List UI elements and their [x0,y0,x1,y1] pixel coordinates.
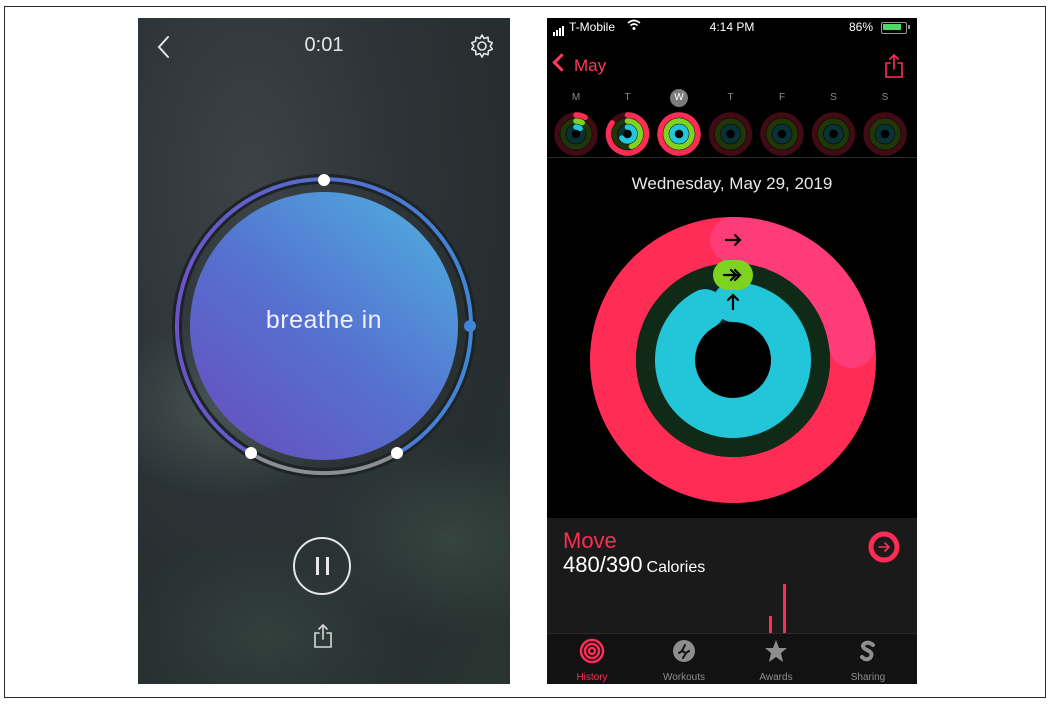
star-award-icon [765,640,787,662]
mini-exercise-ring [573,118,586,126]
activity-rings [590,217,876,503]
battery-percent: 86% [848,20,873,34]
tab-label: Awards [759,672,793,683]
day-ring-2[interactable] [657,112,701,156]
tab-awards[interactable]: Awards [741,638,811,683]
weekday-2[interactable]: W [668,92,690,103]
weekday-3[interactable]: T [720,92,742,103]
weekday-0[interactable]: M [565,92,587,103]
stand-ring [655,282,811,438]
mini-stand-ring [573,124,583,132]
back-button[interactable]: May [552,53,607,76]
chevron-left-icon [552,53,571,72]
move-ring-icon [868,531,900,563]
sharing-s-icon [860,640,875,662]
move-title: Move [563,528,617,553]
tab-sharing[interactable]: Sharing [833,638,903,683]
status-bar: T-Mobile 4:14 PM 86% [547,18,917,36]
breathe-prompt: breathe in [265,306,383,334]
session-timer: 0:01 [304,34,344,56]
weekday-6[interactable]: S [874,92,896,103]
day-ring-1[interactable] [605,112,650,156]
move-value: 480/390 Calories [563,552,706,577]
weekday-labels: MTWTFSS [557,89,907,108]
activity-screen: T-Mobile 4:14 PM 86% May M T W T F S S Wednesd… [547,18,917,684]
day-ring-4[interactable] [760,112,804,156]
tab-workouts[interactable]: Workouts [649,638,719,683]
runner-icon [673,640,695,662]
day-ring-6[interactable] [863,112,907,156]
weekday-4[interactable]: F [771,92,793,103]
pause-button[interactable] [293,537,351,595]
weekday-5[interactable]: S [823,92,845,103]
mini-stand-ring [669,124,689,144]
weekday-1[interactable]: T [617,92,639,103]
tab-label: History [576,672,608,683]
battery-icon [881,22,910,34]
ring-marker-top [318,174,330,186]
tab-history[interactable]: History [557,638,627,683]
tab-bar: History Workouts Awards Sharing [547,633,917,684]
breathe-screen: 0:01 breathe in [138,18,510,684]
date-title: Wednesday, May 29, 2019 [631,174,833,193]
day-ring-0[interactable] [554,112,598,156]
mini-move-ring [573,112,588,121]
day-ring-5[interactable] [811,112,856,156]
history-rings-icon [579,638,605,664]
back-label: May [574,56,607,75]
share-icon[interactable] [883,52,905,80]
day-ring-3[interactable] [708,112,753,156]
ring-marker-bottom-left [245,447,257,459]
tab-label: Sharing [850,672,886,683]
gear-icon[interactable] [468,32,496,60]
tab-label: Workouts [662,672,706,683]
week-ring-strip [554,112,907,156]
share-icon[interactable] [312,622,334,650]
ring-marker-bottom-right [391,447,403,459]
divider [547,157,917,158]
